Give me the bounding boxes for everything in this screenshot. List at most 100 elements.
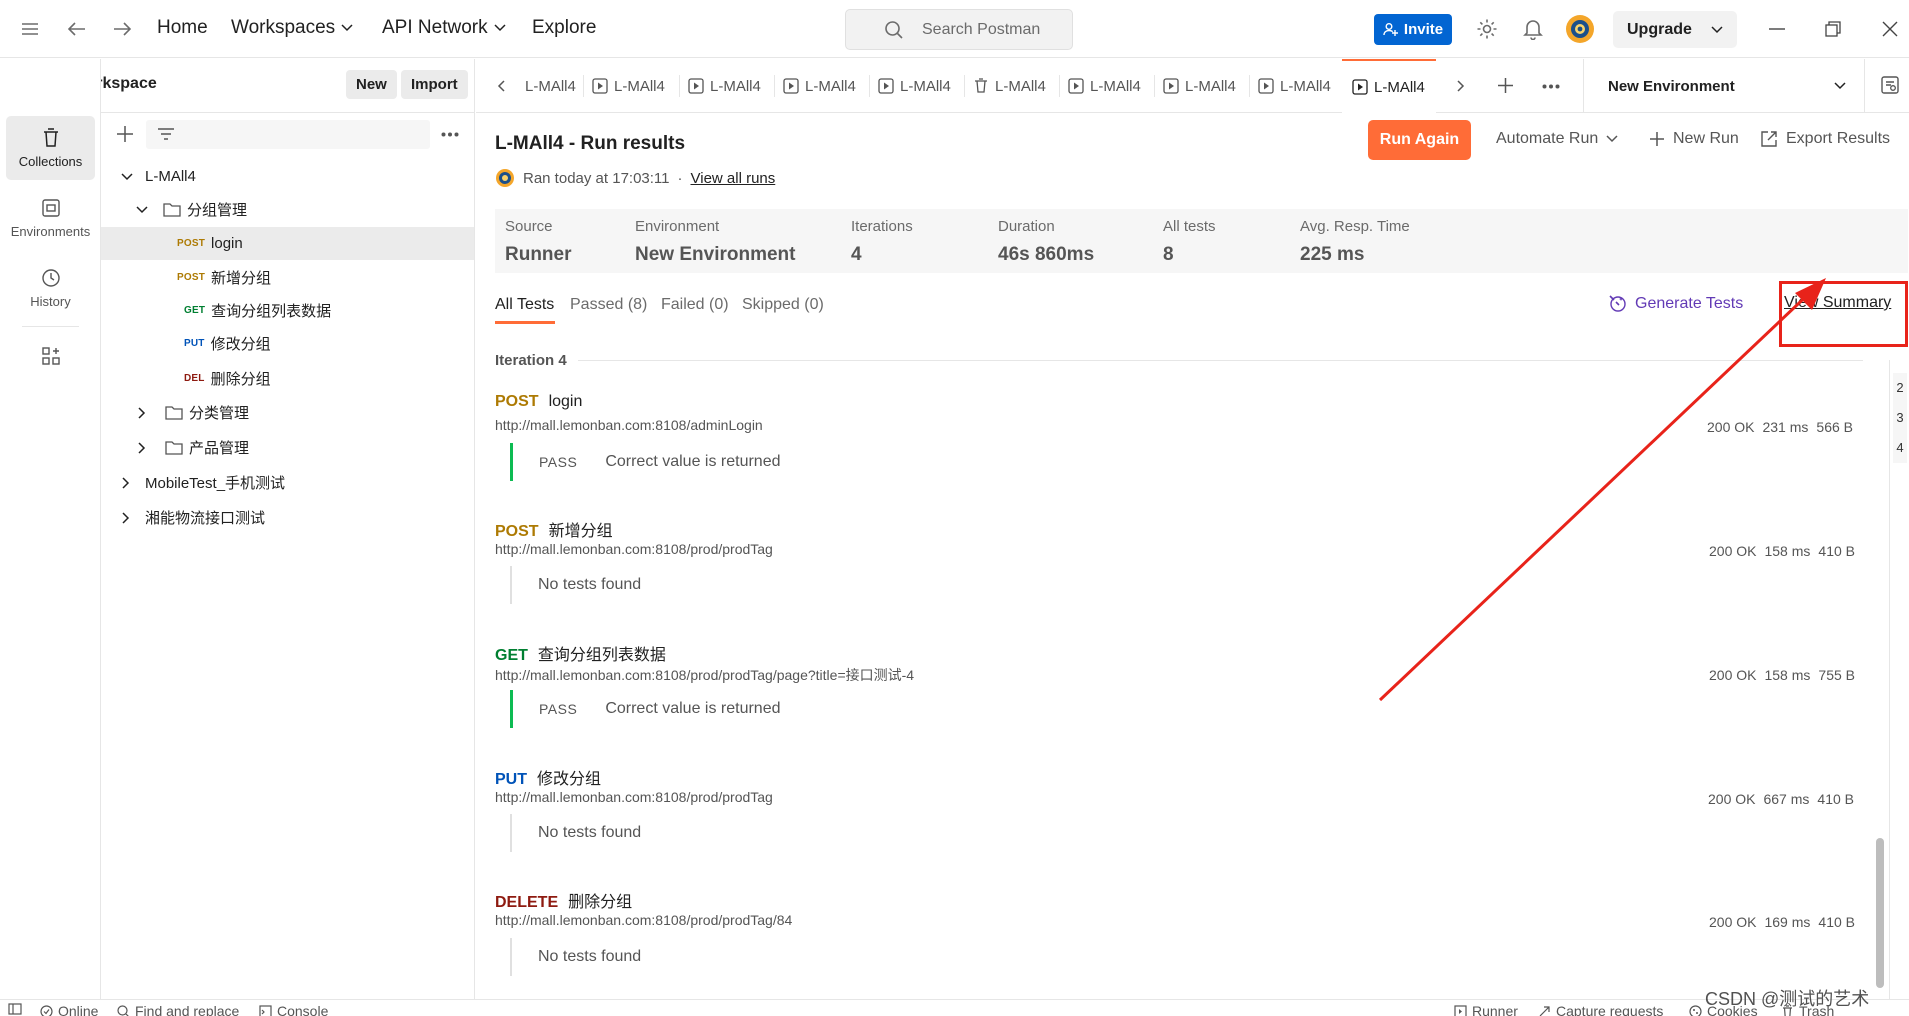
stat-environment: Environment New Environment [635, 218, 796, 265]
plus-icon[interactable] [1497, 77, 1514, 94]
test-result: PASS Correct value is returned [510, 690, 781, 728]
play-icon [688, 78, 704, 94]
tree-request-list-group[interactable]: GET 查询分组列表数据 [101, 294, 474, 327]
tree-folder-category[interactable]: 分类管理 [101, 396, 474, 429]
tab-all-tests[interactable]: All Tests [495, 296, 554, 314]
tab-collection[interactable]: L-MAll4 [973, 59, 1046, 113]
tree-request-edit-group[interactable]: PUT 修改分组 [101, 327, 474, 360]
tab-passed[interactable]: Passed (8) [570, 296, 647, 314]
request-item[interactable]: POST 新增分组 [495, 517, 613, 541]
tree-folder-group[interactable]: 分组管理 [101, 193, 474, 226]
find-replace-button[interactable]: Find and replace [117, 1003, 239, 1016]
tab-runner[interactable]: L-MAll4 [878, 59, 951, 113]
play-icon [878, 78, 894, 94]
chevron-down-icon [136, 205, 148, 213]
forward-arrow-icon[interactable] [108, 15, 136, 43]
tab-skipped[interactable]: Skipped (0) [742, 296, 824, 314]
request-item[interactable]: GET 查询分组列表数据 [495, 641, 666, 665]
tab-runner[interactable]: L-MAll4 [1163, 59, 1236, 113]
page-title: L-MAll4 - Run results [495, 133, 686, 154]
layout-toggle-icon[interactable] [8, 1003, 22, 1015]
request-item[interactable]: POST login [495, 393, 582, 411]
request-stats: 200 OK 169 ms 410 B [1709, 914, 1855, 930]
check-circle-icon [40, 1004, 53, 1016]
import-button[interactable]: Import [401, 70, 468, 99]
chevron-down-icon [1834, 82, 1846, 90]
tab-runner[interactable]: L-MAll4 [1068, 59, 1141, 113]
new-button[interactable]: New [346, 70, 397, 99]
rail-divider [22, 326, 79, 327]
request-item[interactable]: PUT 修改分组 [495, 765, 601, 789]
avatar[interactable] [1564, 13, 1596, 45]
close-icon[interactable] [1876, 15, 1904, 43]
test-result: No tests found [510, 566, 641, 604]
tab-runner[interactable]: L-MAll4 [688, 59, 761, 113]
test-result: No tests found [510, 814, 641, 852]
minimize-icon[interactable] [1763, 15, 1791, 43]
tab-runner-active[interactable]: L-MAll4 [1342, 59, 1436, 113]
stat-all-tests: All tests 8 [1163, 218, 1216, 265]
runner-button[interactable]: Runner [1454, 1003, 1518, 1016]
upgrade-button[interactable]: Upgrade [1613, 11, 1737, 48]
tree-request-delete-group[interactable]: DEL 删除分组 [101, 362, 474, 395]
gear-icon[interactable] [1473, 15, 1501, 43]
menu-icon[interactable] [16, 15, 44, 43]
new-run-button[interactable]: New Run [1649, 130, 1739, 148]
nav-api-network[interactable]: API Network [382, 17, 506, 39]
stat-duration: Duration 46s 860ms [998, 218, 1095, 265]
more-options-icon[interactable] [1542, 84, 1560, 89]
scrollbar[interactable] [1876, 838, 1884, 988]
rail-item-environments[interactable]: Environments [6, 186, 95, 250]
environment-selector[interactable]: New Environment [1584, 59, 1864, 113]
tree-collection-lmall[interactable]: L-MAll4 [101, 160, 474, 193]
tab-failed[interactable]: Failed (0) [661, 296, 729, 314]
chevron-right-icon [138, 441, 146, 454]
tree-request-add-group[interactable]: POST 新增分组 [101, 261, 474, 294]
tab-runner[interactable]: L-MAll4 [525, 59, 576, 113]
view-all-runs-link[interactable]: View all runs [691, 170, 776, 187]
tab-runner[interactable]: L-MAll4 [1258, 59, 1331, 113]
chevron-down-icon [121, 172, 133, 180]
console-button[interactable]: Console [259, 1003, 328, 1016]
automate-run-button[interactable]: Automate Run [1496, 130, 1618, 148]
request-item[interactable]: DELETE 删除分组 [495, 888, 632, 912]
bell-icon[interactable] [1519, 15, 1547, 43]
status-bar: Online Find and replace Console Runner C… [0, 999, 1909, 1016]
plus-icon[interactable] [116, 125, 134, 143]
invite-button[interactable]: Invite [1374, 14, 1452, 45]
capture-requests-button[interactable]: Capture requests [1538, 1003, 1663, 1016]
rail-item-more[interactable] [6, 331, 95, 381]
online-status[interactable]: Online [40, 1003, 98, 1016]
nav-explore[interactable]: Explore [532, 17, 596, 39]
iteration-header: Iteration 4 [495, 352, 567, 369]
tree-folder-product[interactable]: 产品管理 [101, 431, 474, 464]
history-icon [41, 268, 60, 287]
plus-icon [1650, 132, 1664, 146]
folder-icon [165, 441, 183, 455]
tree-request-login[interactable]: POST login [101, 227, 474, 260]
filter-input[interactable] [146, 120, 430, 149]
back-arrow-icon[interactable] [63, 15, 91, 43]
chevron-right-icon[interactable] [1457, 80, 1465, 92]
tab-runner[interactable]: L-MAll4 [592, 59, 665, 113]
nav-home[interactable]: Home [157, 17, 208, 39]
search-input[interactable]: Search Postman [845, 9, 1073, 50]
env-divider [1864, 59, 1865, 113]
export-results-button[interactable]: Export Results [1760, 130, 1890, 148]
rail-item-collections[interactable]: Collections [6, 116, 95, 180]
tree-collection-logistics[interactable]: 湘能物流接口测试 [101, 501, 474, 534]
iteration-index[interactable]: 2 3 4 [1893, 373, 1907, 463]
run-meta: Ran today at 17:03:11 · View all runs [495, 168, 775, 188]
tab-runner[interactable]: L-MAll4 [783, 59, 856, 113]
chevron-left-icon[interactable] [497, 80, 505, 92]
request-url: http://mall.lemonban.com:8108/prod/prodT… [495, 789, 773, 805]
request-url: http://mall.lemonban.com:8108/adminLogin [495, 417, 763, 433]
more-options-icon[interactable] [441, 132, 459, 137]
chevron-down-icon [341, 24, 353, 32]
tree-collection-mobile[interactable]: MobileTest_手机测试 [101, 466, 474, 499]
restore-icon[interactable] [1819, 15, 1847, 43]
run-again-button[interactable]: Run Again [1368, 120, 1471, 160]
nav-workspaces[interactable]: Workspaces [231, 17, 353, 39]
rail-item-history[interactable]: History [6, 256, 95, 320]
environment-quick-look-icon[interactable] [1880, 75, 1900, 95]
